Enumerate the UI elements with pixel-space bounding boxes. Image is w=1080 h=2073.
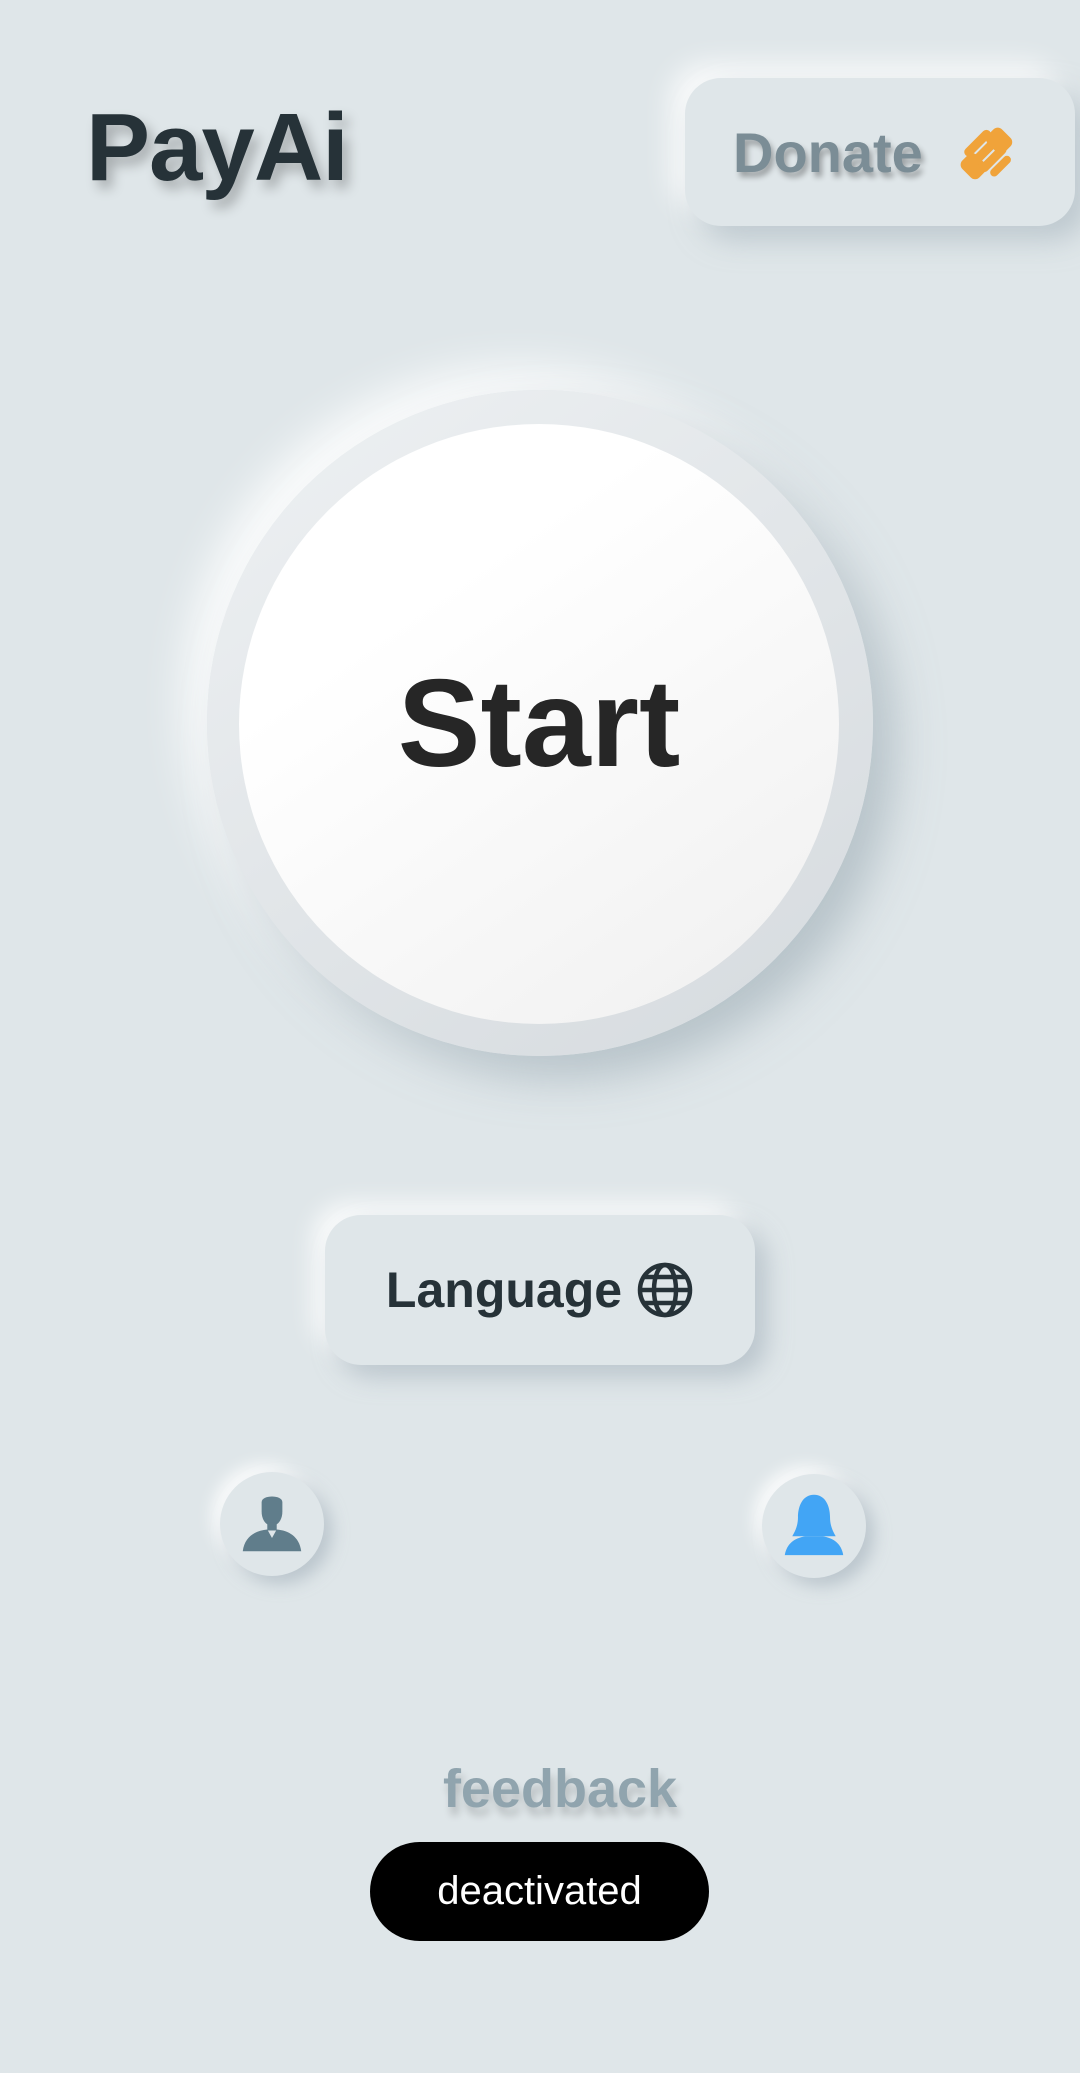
start-label: Start: [397, 655, 681, 793]
feedback-link[interactable]: feedback: [0, 1758, 1080, 1820]
female-avatar-button[interactable]: [762, 1474, 866, 1578]
start-button[interactable]: Start: [239, 424, 839, 1024]
donate-button[interactable]: Donate: [685, 78, 1075, 226]
donate-label: Donate: [733, 120, 923, 184]
handshake-icon: [949, 116, 1021, 188]
globe-icon: [636, 1261, 694, 1319]
language-label: Language: [385, 1262, 623, 1318]
female-user-icon: [781, 1491, 847, 1562]
language-button[interactable]: Language: [325, 1215, 755, 1365]
status-label: deactivated: [437, 1869, 642, 1913]
app-title: PayAi: [86, 94, 349, 201]
male-avatar-button[interactable]: [220, 1472, 324, 1576]
status-badge: deactivated: [370, 1842, 709, 1941]
male-user-icon: [239, 1489, 305, 1560]
